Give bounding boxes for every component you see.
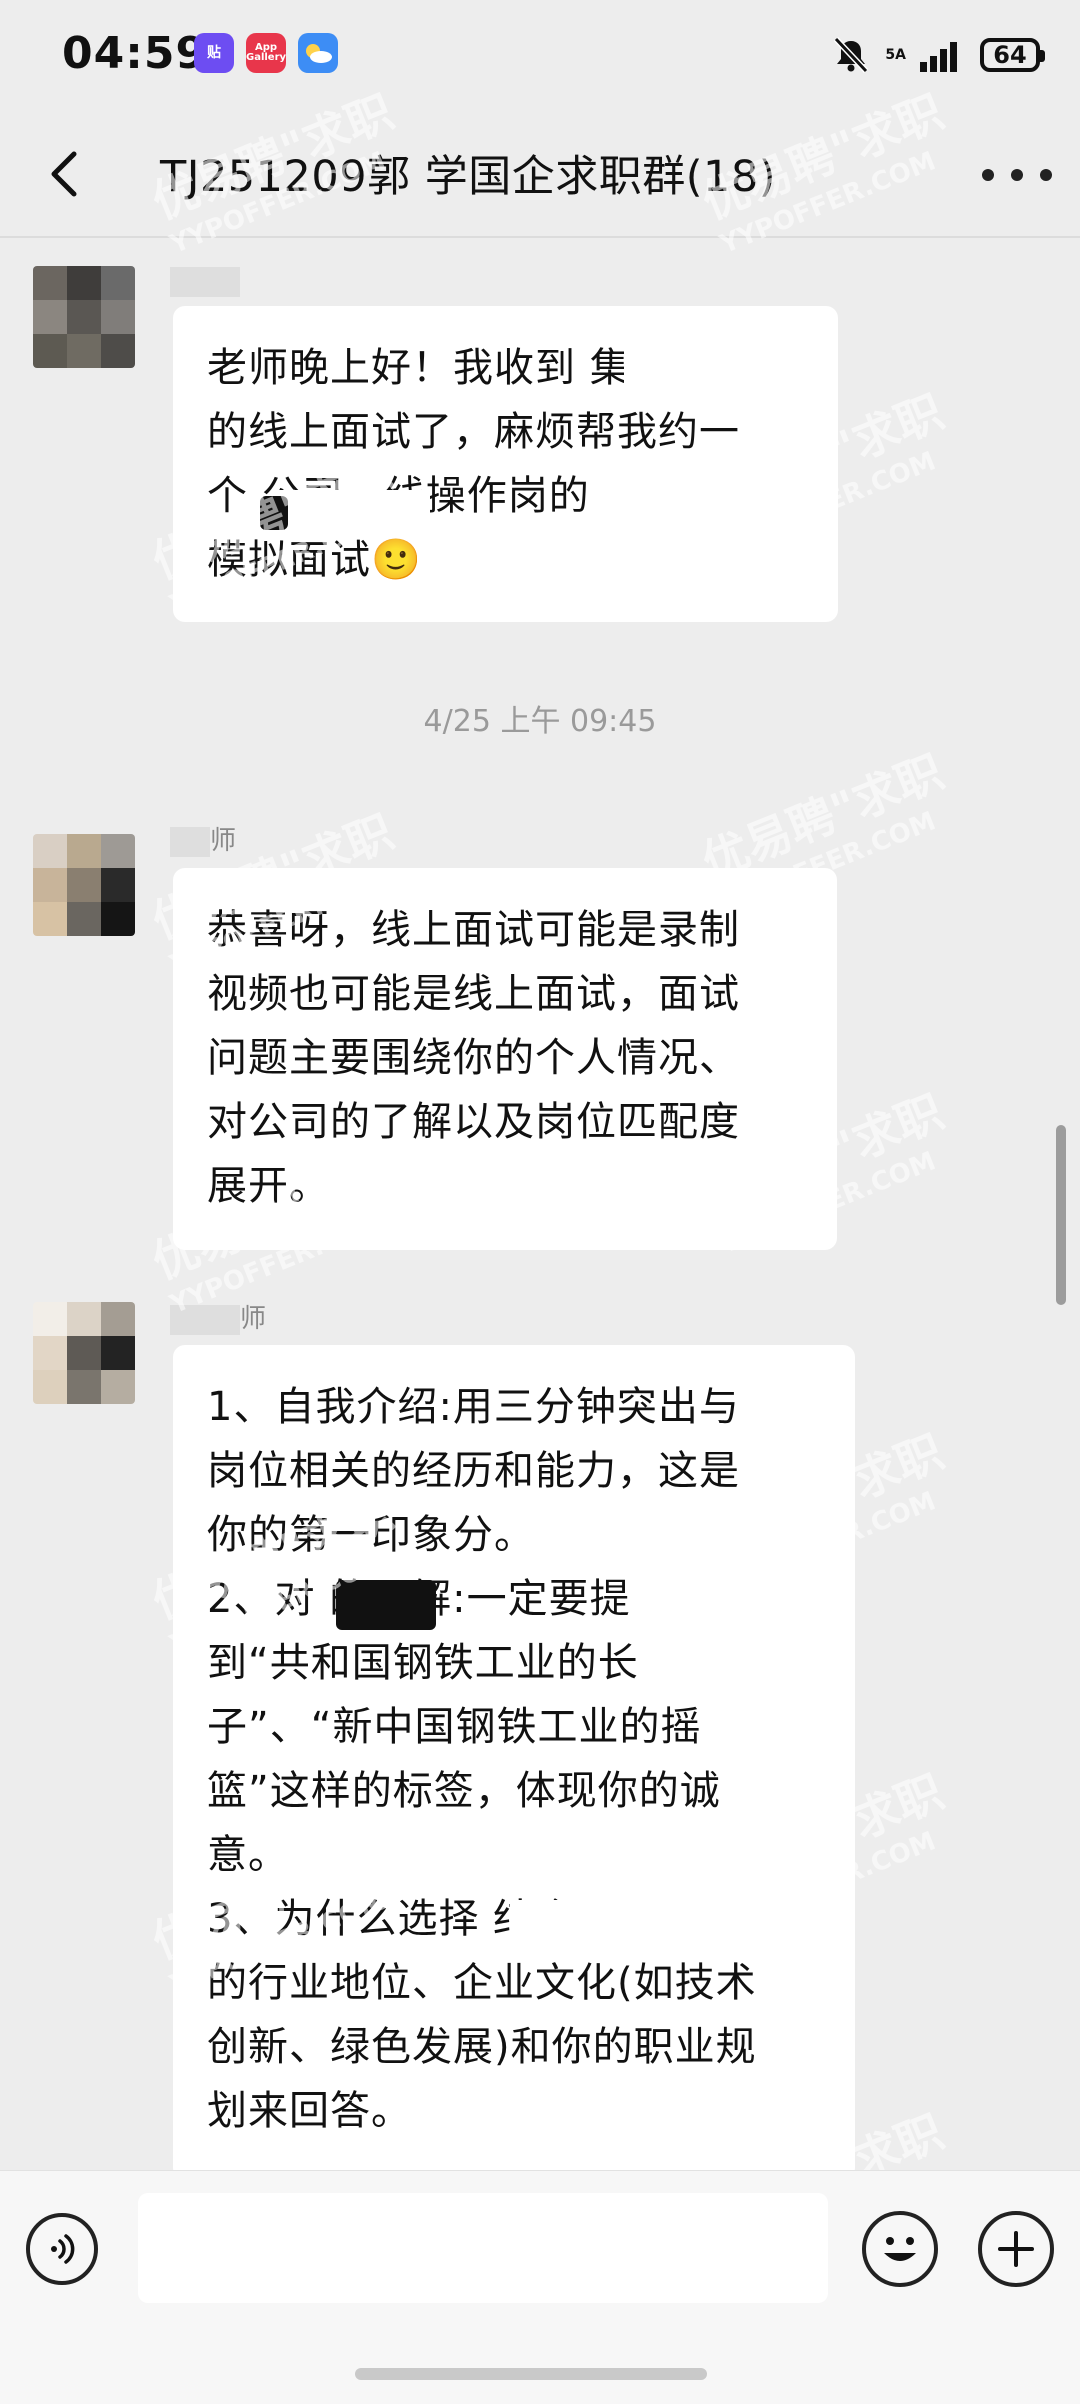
- redaction: [624, 340, 674, 386]
- more-dot: [1011, 169, 1023, 181]
- status-time: 04:59: [62, 28, 208, 79]
- status-bar: 04:59 贴 App Gallery 5A 64: [0, 0, 1080, 112]
- back-arrow-icon: [51, 151, 77, 197]
- battery-icon: 64: [980, 38, 1045, 72]
- group-title: TJ251209郭 学国企求职群(18): [160, 152, 777, 202]
- mute-bell-icon: [834, 36, 869, 74]
- battery-level: 64: [993, 41, 1027, 69]
- message-timestamp: 4/25 上午 09:45: [423, 704, 657, 739]
- scrollbar[interactable]: [1056, 1125, 1066, 1305]
- app-gallery-icon: App Gallery: [246, 33, 286, 73]
- message-bubble[interactable]: 1、自我介绍:用三分钟突出与 岗位相关的经历和能力，这是 你的第一印象分。 2、…: [173, 1345, 855, 2180]
- sender-name: 师: [170, 1298, 266, 1335]
- more-functions-button[interactable]: [978, 2211, 1054, 2287]
- chat-header: TJ251209郭 学国企求职群(18): [0, 112, 1080, 236]
- blurred-name: [170, 826, 210, 857]
- redaction: [760, 1900, 820, 1948]
- network-type: 5A: [885, 47, 906, 63]
- voice-input-button[interactable]: [26, 2213, 98, 2285]
- status-icons: 5A 64: [831, 34, 1045, 76]
- redaction: [510, 1900, 620, 1948]
- more-dot: [1040, 169, 1052, 181]
- sender-name: 师: [170, 820, 236, 857]
- signal-icon: [920, 42, 957, 72]
- back-button[interactable]: [36, 144, 96, 204]
- avatar[interactable]: [33, 1302, 135, 1404]
- message-bubble[interactable]: 恭喜呀，线上面试可能是录制 视频也可能是线上面试，面试 问题主要围绕你的个人情况…: [173, 868, 837, 1250]
- emoji-icon: [884, 2237, 916, 2261]
- message-bubble[interactable]: 老师晚上好！我收到 集团 的线上面试了，麻烦帮我约一 个 公司一线操作岗的 模拟…: [173, 306, 838, 622]
- plus-icon: [998, 2231, 1034, 2267]
- weather-app-icon: [298, 33, 338, 73]
- blurred-name: [170, 266, 240, 297]
- more-dot: [982, 169, 994, 181]
- avatar[interactable]: [33, 266, 135, 368]
- redaction: [260, 496, 288, 530]
- blurred-name: [170, 1304, 240, 1335]
- message-text: 1、自我介绍:用三分钟突出与 岗位相关的经历和能力，这是 你的第一印象分。 2、…: [207, 1384, 757, 2134]
- redaction: [270, 490, 430, 530]
- sender-name: [170, 266, 240, 297]
- more-options-button[interactable]: [982, 150, 1052, 200]
- tie-app-icon: 贴: [194, 33, 234, 73]
- message-input[interactable]: [138, 2193, 828, 2303]
- home-indicator[interactable]: [355, 2368, 707, 2380]
- message-text: 恭喜呀，线上面试可能是录制 视频也可能是线上面试，面试 问题主要围绕你的个人情况…: [207, 907, 740, 1209]
- voice-icon: [51, 2234, 75, 2264]
- redaction: [336, 1580, 436, 1630]
- emoji-button[interactable]: [862, 2211, 938, 2287]
- header-divider: [0, 236, 1080, 238]
- avatar[interactable]: [33, 834, 135, 936]
